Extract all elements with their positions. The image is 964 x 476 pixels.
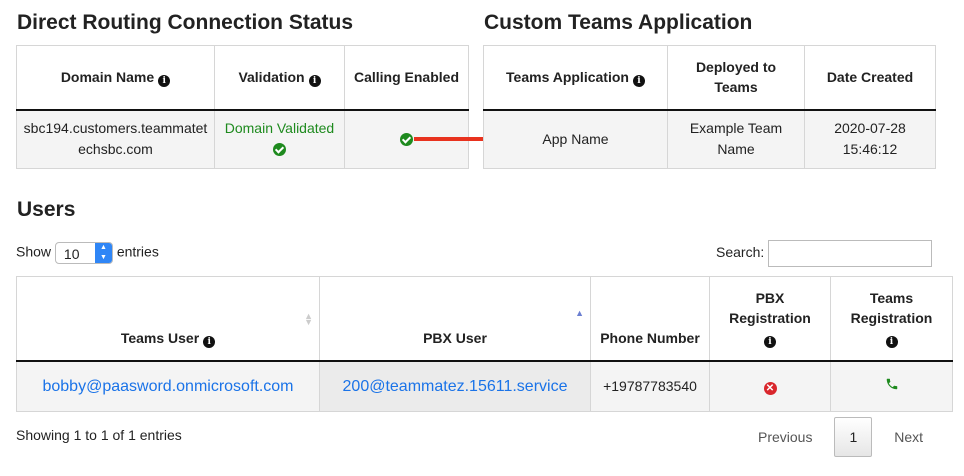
show-label: Show (16, 243, 52, 260)
validation-header: Validation i (214, 45, 345, 110)
direct-routing-table: Domain Name i Validation i Calling Enabled… (16, 45, 469, 169)
date-created-cell: 2020-07-28 15:46:12 (804, 109, 936, 169)
custom-app-table: Teams Application i Deployed to Teams Dat… (483, 45, 936, 169)
info-icon[interactable]: i (308, 75, 321, 88)
sort-ascending-icon: ▲ (575, 308, 584, 318)
search-input[interactable] (768, 240, 933, 267)
custom-app-title: Custom Teams Application (484, 11, 753, 34)
next-button[interactable]: Next (884, 420, 933, 454)
calling-enabled-header: Calling Enabled (344, 45, 469, 110)
search-control: Search: (716, 240, 933, 267)
info-icon[interactable]: i (158, 75, 171, 88)
teams-application-header: Teams Application i (483, 45, 668, 110)
pbx-user-header[interactable]: PBX User ▲ (319, 276, 591, 361)
table-info: Showing 1 to 1 of 1 entries (16, 427, 182, 443)
page-1-button[interactable]: 1 (834, 417, 873, 457)
entries-select[interactable]: 10 ▲ ▼ (54, 242, 113, 264)
pagination: Previous 1 Next (748, 417, 933, 457)
entries-label: entries (116, 243, 159, 260)
chevron-up-down-icon: ▲ ▼ (94, 243, 112, 263)
date-created-header: Date Created (804, 45, 936, 110)
pbx-registration-cell: ✕ (709, 360, 831, 412)
domain-cell: sbc194.customers.teammatetechsbc.com (16, 109, 215, 169)
app-name-cell: App Name (483, 109, 668, 169)
phone-number-header: Phone Number (590, 276, 710, 361)
info-icon[interactable]: i (885, 335, 898, 348)
check-circle-icon (273, 143, 286, 157)
teams-user-cell: bobby@paasword.onmicrosoft.com (16, 360, 320, 412)
domain-name-header: Domain Name i (16, 45, 215, 110)
pbx-user-link[interactable]: 200@teammatez.15611.service (343, 378, 568, 395)
pbx-user-cell: 200@teammatez.15611.service (319, 360, 591, 412)
entries-control: Show 10 ▲ ▼ entries (16, 242, 159, 264)
teams-registration-header: Teams Registration i (830, 276, 953, 361)
direct-routing-title: Direct Routing Connection Status (17, 11, 353, 34)
pbx-registration-header: PBX Registration i (709, 276, 831, 361)
users-title: Users (17, 198, 76, 221)
users-table: Teams User i ▲ ▼ PBX User ▲ Phone Number P… (16, 276, 953, 412)
table-row: bobby@paasword.onmicrosoft.com 200@teamm… (16, 360, 953, 412)
teams-registration-cell (830, 360, 953, 412)
deployed-to-cell: Example Team Name (667, 109, 805, 169)
info-icon[interactable]: i (764, 335, 776, 348)
teams-user-header[interactable]: Teams User i ▲ ▼ (16, 276, 320, 361)
info-icon[interactable]: i (203, 335, 216, 348)
deployed-to-header: Deployed to Teams (667, 45, 805, 110)
previous-button[interactable]: Previous (748, 420, 822, 454)
sort-icon: ▲ ▼ (304, 311, 313, 327)
search-label: Search: (716, 244, 765, 261)
x-circle-icon: ✕ (763, 381, 777, 395)
phone-cell: +19787783540 (590, 360, 710, 412)
teams-user-link[interactable]: bobby@paasword.onmicrosoft.com (42, 378, 293, 395)
validation-cell: Domain Validated (214, 109, 345, 169)
phone-icon (886, 378, 897, 389)
info-icon[interactable]: i (632, 75, 645, 88)
